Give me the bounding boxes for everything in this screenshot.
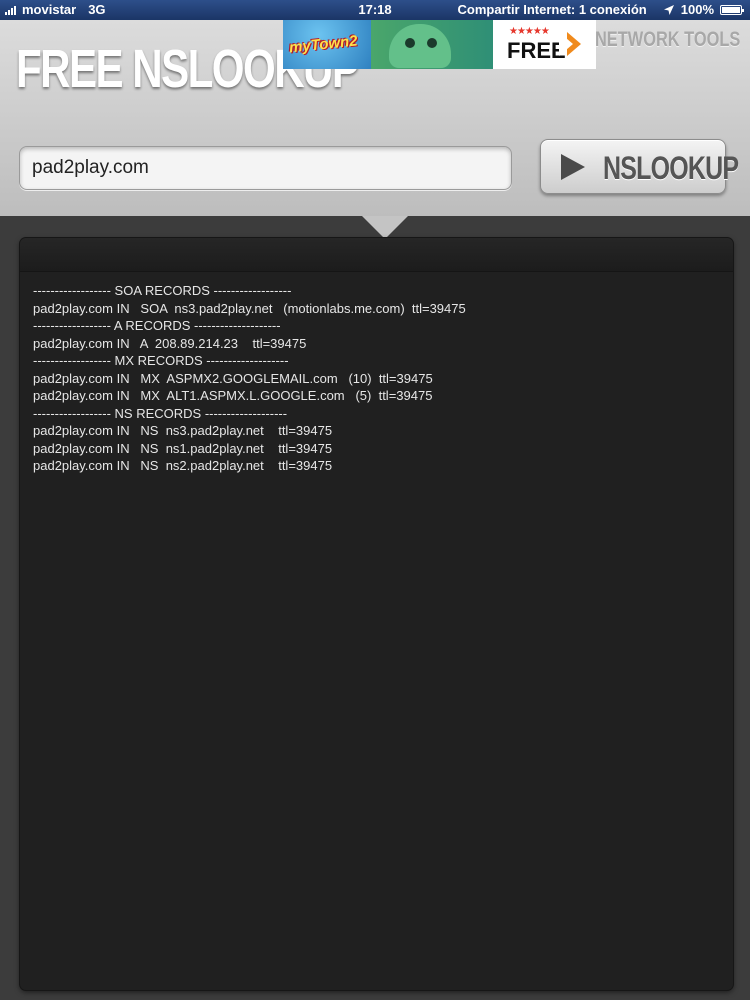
tethering-status: Compartir Internet: 1 conexión bbox=[457, 2, 647, 17]
results-list: ------------------ SOA RECORDS ---------… bbox=[33, 282, 723, 475]
battery-percent: 100% bbox=[680, 2, 714, 17]
nslookup-button-label: NSLOOKUP bbox=[603, 150, 739, 186]
arrow-right-icon bbox=[559, 32, 581, 56]
results-topbar bbox=[20, 238, 733, 272]
result-line: pad2play.com IN MX ALT1.ASPMX.L.GOOGLE.c… bbox=[33, 388, 433, 403]
result-line: ------------------ A RECORDS -----------… bbox=[33, 318, 281, 333]
ad-logo-area: myTown2 bbox=[283, 20, 373, 69]
domain-input[interactable] bbox=[19, 146, 512, 190]
ad-character-image bbox=[371, 20, 493, 69]
ad-character-face bbox=[389, 24, 451, 68]
battery-icon bbox=[720, 4, 744, 15]
result-line: pad2play.com IN NS ns1.pad2play.net ttl=… bbox=[33, 440, 333, 456]
location-arrow-icon bbox=[663, 4, 674, 15]
nslookup-button[interactable]: NSLOOKUP bbox=[540, 139, 739, 194]
result-line: pad2play.com IN SOA ns3.pad2play.net (mo… bbox=[33, 300, 466, 316]
network-tools-label[interactable]: NETWORK TOOLS bbox=[595, 28, 740, 52]
ad-banner[interactable]: myTown2 ★★★★★ FREE bbox=[283, 20, 596, 69]
ad-brand-logo: myTown2 bbox=[288, 32, 359, 57]
result-line: ------------------ MX RECORDS ----------… bbox=[33, 353, 289, 368]
result-line: pad2play.com IN NS ns2.pad2play.net ttl=… bbox=[33, 458, 333, 473]
app-header: FREE NSLOOKUP myTown2 ★★★★★ FREE NETWORK… bbox=[0, 20, 750, 216]
ad-cta-area: ★★★★★ FREE bbox=[493, 20, 596, 69]
result-line: pad2play.com IN A 208.89.214.23 ttl=3947… bbox=[33, 335, 307, 351]
ad-cta-label: FREE bbox=[507, 38, 566, 63]
panel-pointer bbox=[362, 216, 408, 239]
play-icon bbox=[561, 154, 585, 180]
results-panel[interactable]: ------------------ SOA RECORDS ---------… bbox=[20, 238, 733, 990]
ad-rating-stars: ★★★★★ bbox=[509, 26, 550, 37]
result-line: ------------------ NS RECORDS ----------… bbox=[33, 405, 288, 421]
status-bar: movistar 3G 17:18 Compartir Internet: 1 … bbox=[0, 0, 750, 20]
result-line: pad2play.com IN MX ASPMX2.GOOGLEMAIL.com… bbox=[33, 370, 433, 386]
status-right: Compartir Internet: 1 conexión 100% bbox=[457, 2, 744, 17]
result-line: pad2play.com IN NS ns3.pad2play.net ttl=… bbox=[33, 423, 333, 438]
result-line: ------------------ SOA RECORDS ---------… bbox=[33, 283, 292, 298]
